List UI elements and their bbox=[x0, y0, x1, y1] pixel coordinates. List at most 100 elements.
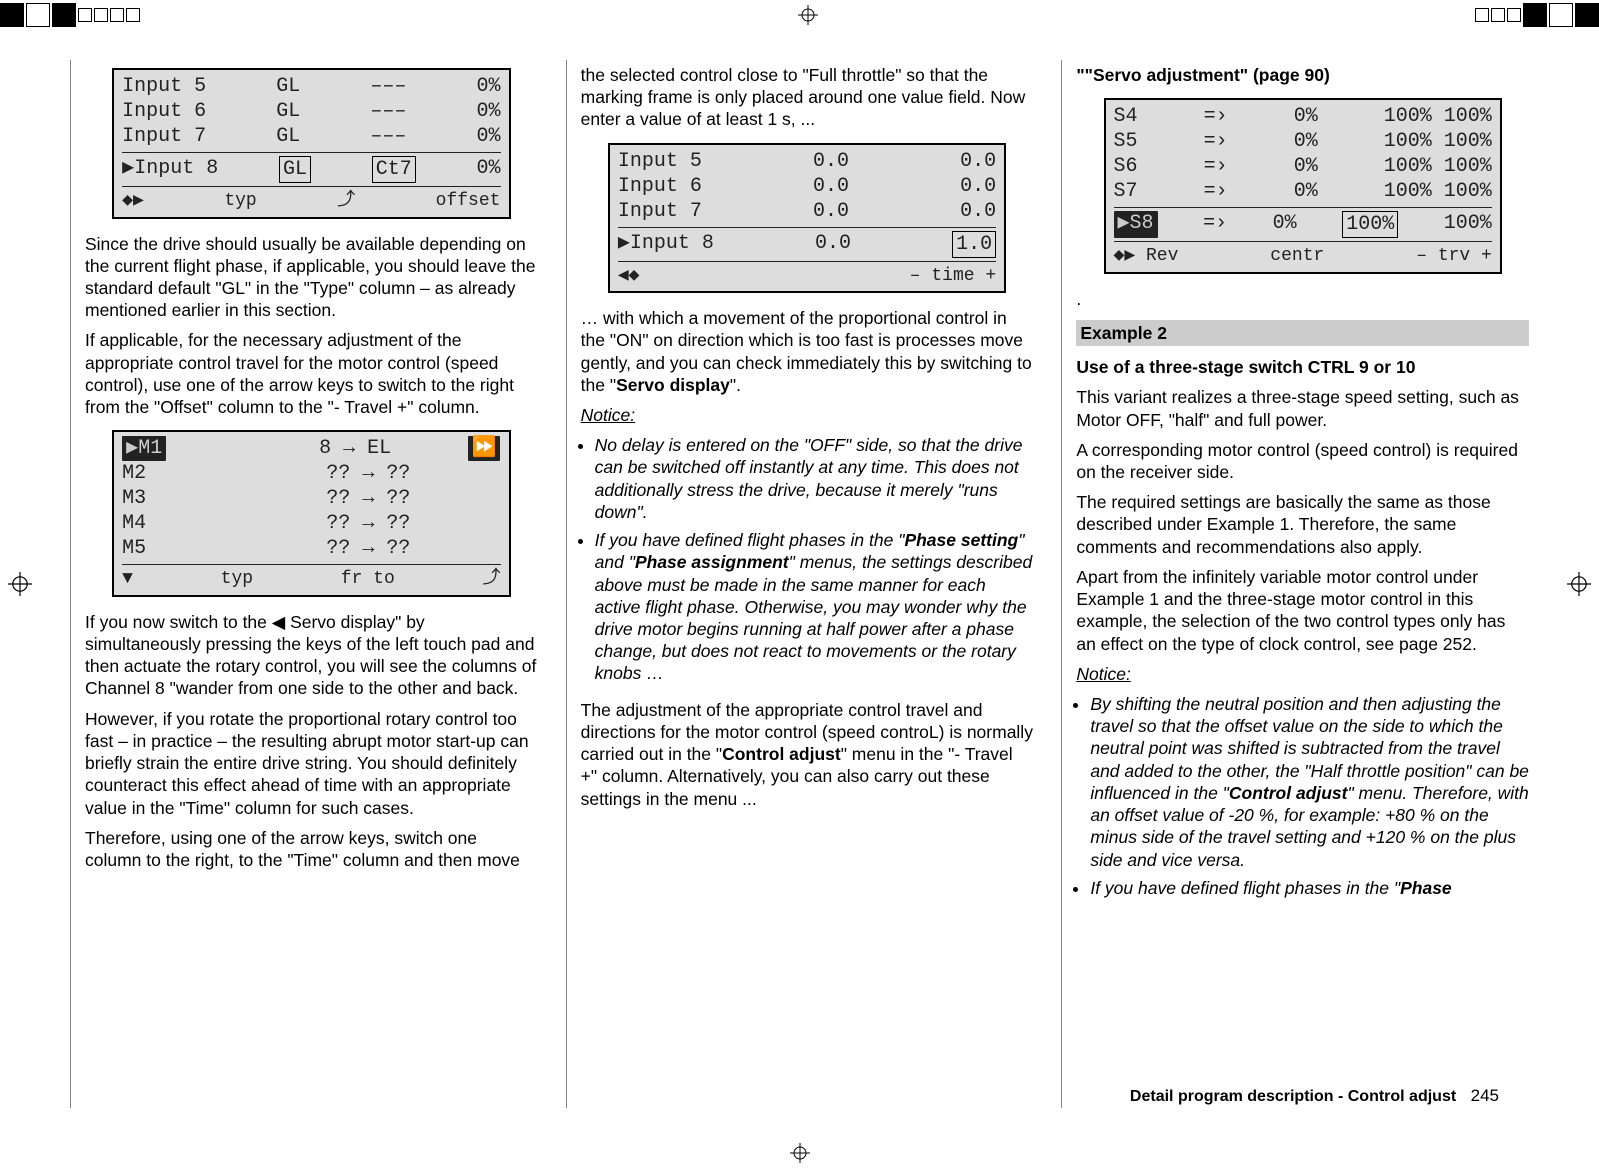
lcd-cell: M5 bbox=[122, 536, 146, 561]
lcd-cell-selected: 100% bbox=[1342, 211, 1398, 238]
lcd-cell: 0% bbox=[1273, 211, 1297, 238]
lcd-cell: M2 bbox=[122, 461, 146, 486]
lcd-cell-selected: ▶M1 bbox=[122, 436, 166, 461]
lcd-cell: 0.0 bbox=[960, 149, 996, 174]
text-run-bold: Phase setting bbox=[904, 530, 1018, 550]
lcd-cell: ––– bbox=[370, 124, 406, 149]
lcd-cell-selected: GL bbox=[279, 156, 311, 183]
lcd-cell: =› bbox=[1204, 104, 1228, 129]
lcd-cell: 100% 100% bbox=[1384, 154, 1492, 179]
crop-mark bbox=[1475, 8, 1489, 22]
lcd-cell: M4 bbox=[122, 511, 146, 536]
lcd-footer: fr to bbox=[341, 568, 395, 591]
footer-text: Detail program description - Control adj… bbox=[1130, 1088, 1456, 1105]
registration-icon bbox=[1567, 572, 1591, 596]
page-number: 245 bbox=[1471, 1086, 1499, 1105]
lcd-cell: 0% bbox=[1294, 179, 1318, 204]
crop-marks-bottom bbox=[0, 1138, 1599, 1168]
lcd-cell: Input 5 bbox=[122, 74, 206, 99]
lcd-footer: – trv + bbox=[1416, 245, 1492, 268]
body-text: A corresponding motor control (speed con… bbox=[1076, 439, 1529, 483]
lcd-cell: 100% bbox=[1444, 211, 1492, 238]
lcd-cell: Input 6 bbox=[618, 174, 702, 199]
text-run-bold: Servo display bbox=[616, 375, 730, 395]
lcd-cell: 100% 100% bbox=[1384, 179, 1492, 204]
notice-label: Notice: bbox=[581, 404, 1034, 426]
lcd-cell: S6 bbox=[1114, 154, 1138, 179]
lcd-offset-table: Input 5GL–––0% Input 6GL–––0% Input 7GL–… bbox=[112, 68, 510, 219]
lcd-cell: 0% bbox=[476, 156, 500, 183]
lcd-cell: 0.0 bbox=[960, 199, 996, 224]
list-item: By shifting the neutral position and the… bbox=[1090, 693, 1529, 871]
body-text: The adjustment of the appropriate contro… bbox=[581, 699, 1034, 810]
lcd-cell: =› bbox=[1204, 179, 1228, 204]
text-run: If you have defined flight phases in the… bbox=[1090, 878, 1400, 898]
lcd-footer: centr bbox=[1270, 245, 1324, 268]
list-item: No delay is entered on the "OFF" side, s… bbox=[595, 434, 1034, 523]
lcd-cell: 100% 100% bbox=[1384, 104, 1492, 129]
lcd-cell: Input 7 bbox=[122, 124, 206, 149]
lcd-cell: 0% bbox=[1294, 104, 1318, 129]
crop-mark bbox=[126, 8, 140, 22]
lcd-cell: GL bbox=[276, 74, 300, 99]
lcd-cell: GL bbox=[276, 124, 300, 149]
crop-mark bbox=[52, 3, 76, 27]
lcd-cell: 0.0 bbox=[813, 199, 849, 224]
lcd-cell: 100% 100% bbox=[1384, 129, 1492, 154]
registration-icon bbox=[798, 5, 818, 25]
body-text: If you now switch to the ◀ Servo display… bbox=[85, 611, 538, 700]
section-title: ""Servo adjustment" (page 90) bbox=[1076, 64, 1529, 86]
lcd-footer: ⤴ bbox=[337, 190, 355, 213]
text-run-bold: Control adjust bbox=[722, 744, 841, 764]
lcd-cell: ▶Input 8 bbox=[618, 231, 714, 258]
lcd-cell-selected: ▶S8 bbox=[1114, 211, 1158, 238]
lcd-cell: M3 bbox=[122, 486, 146, 511]
body-text: the selected control close to "Full thro… bbox=[581, 64, 1034, 131]
lcd-cell-selected: Ct7 bbox=[372, 156, 416, 183]
lcd-footer: ⤴ bbox=[483, 568, 501, 591]
lcd-cell: 0% bbox=[476, 99, 500, 124]
page-footer: Detail program description - Control adj… bbox=[1130, 1086, 1499, 1106]
lcd-cell-selected: ⏩ bbox=[468, 436, 501, 461]
lcd-cell: S5 bbox=[1114, 129, 1138, 154]
lcd-cell: 0.0 bbox=[813, 149, 849, 174]
text-run-bold: Phase assignment bbox=[635, 552, 789, 572]
lcd-cell: Input 5 bbox=[618, 149, 702, 174]
lcd-footer: ◆▶ bbox=[122, 190, 144, 213]
lcd-cell: S4 bbox=[1114, 104, 1138, 129]
lcd-cell: ▶Input 8 bbox=[122, 156, 218, 183]
crop-mark bbox=[1507, 8, 1521, 22]
lcd-footer: ◀◆ bbox=[618, 265, 640, 288]
crop-mark bbox=[94, 8, 108, 22]
column-1: Input 5GL–––0% Input 6GL–––0% Input 7GL–… bbox=[70, 60, 538, 1108]
crop-mark bbox=[1491, 8, 1505, 22]
lcd-cell: ?? → ?? bbox=[326, 536, 410, 561]
lcd-cell: =› bbox=[1204, 154, 1228, 179]
list-item: If you have defined flight phases in the… bbox=[595, 529, 1034, 685]
lcd-cell: ––– bbox=[370, 74, 406, 99]
lcd-time-table: Input 50.00.0 Input 60.00.0 Input 70.00.… bbox=[608, 143, 1006, 294]
lcd-mixer-table: ▶M18 → EL⏩ M2?? → ?? M3?? → ?? M4?? → ??… bbox=[112, 430, 510, 597]
body-text: Apart from the infinitely variable motor… bbox=[1076, 566, 1529, 655]
lcd-footer: ◆▶ Rev bbox=[1114, 245, 1179, 268]
lcd-cell: S7 bbox=[1114, 179, 1138, 204]
crop-mark bbox=[1523, 3, 1547, 27]
lcd-footer: typ bbox=[221, 568, 253, 591]
lcd-cell: 0% bbox=[476, 74, 500, 99]
lcd-cell: Input 6 bbox=[122, 99, 206, 124]
list-item: If you have defined flight phases in the… bbox=[1090, 877, 1529, 899]
crop-mark bbox=[26, 3, 50, 27]
crop-mark bbox=[78, 8, 92, 22]
lcd-footer: – time + bbox=[910, 265, 996, 288]
lcd-cell: 0% bbox=[1294, 129, 1318, 154]
text-run-bold: Phase bbox=[1400, 878, 1452, 898]
lcd-cell: 0% bbox=[476, 124, 500, 149]
lcd-servo-table: S4 =› 0% 100% 100% S5 =› 0% 100% 100% S6 =› 0% 10… bbox=[1104, 98, 1502, 274]
lcd-cell: GL bbox=[276, 99, 300, 124]
crop-mark bbox=[110, 8, 124, 22]
body-text: This variant realizes a three-stage spee… bbox=[1076, 386, 1529, 430]
lcd-cell: ?? → ?? bbox=[326, 461, 410, 486]
text-run-bold: Control adjust bbox=[1229, 783, 1348, 803]
lcd-cell: ?? → ?? bbox=[326, 511, 410, 536]
lcd-cell: 0.0 bbox=[960, 174, 996, 199]
